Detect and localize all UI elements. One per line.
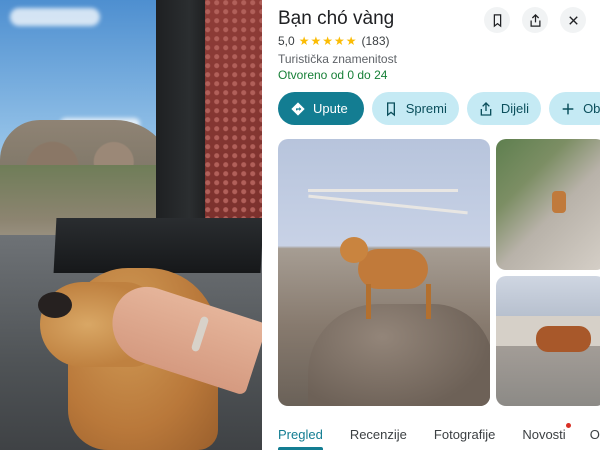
photo-dog-body (358, 249, 428, 289)
photo-dog-legs (366, 284, 431, 319)
tab-reviews[interactable]: Recenzije (350, 418, 407, 450)
photo-plinth (53, 218, 262, 273)
photo-dog (536, 326, 591, 352)
place-title: Bạn chó vàng (278, 8, 395, 29)
photo-dog (552, 191, 566, 213)
photo-red-pillar (205, 0, 262, 235)
place-panel: Bạn chó vàng 5,0 ★★★★★ (183) Turistička … (262, 0, 600, 450)
more-action-button[interactable]: Obj (549, 92, 600, 125)
tab-overview[interactable]: Pregled (278, 418, 323, 450)
bookmark-icon (493, 13, 501, 27)
place-tabs: Pregled Recenzije Fotografije Novosti O … (262, 418, 600, 450)
plus-icon (562, 103, 574, 114)
rating-value: 5,0 (278, 34, 295, 48)
tab-about[interactable]: O m (590, 418, 600, 450)
close-icon (568, 15, 578, 25)
star-rating: ★★★★★ (298, 34, 358, 48)
tab-photos[interactable]: Fotografije (434, 418, 495, 450)
photo-fence (308, 194, 468, 215)
photo-cloud (10, 8, 100, 26)
directions-button[interactable]: Upute (278, 92, 364, 125)
photo-dog-head (340, 237, 368, 263)
gallery-photo-2[interactable] (496, 139, 600, 270)
tab-updates[interactable]: Novosti (522, 418, 571, 450)
directions-icon (291, 101, 305, 116)
notification-dot (565, 423, 571, 428)
share-button[interactable]: Dijeli (466, 92, 542, 125)
action-chips: Upute Spremi Dijeli Obj (278, 92, 600, 125)
review-count: (183) (361, 34, 390, 48)
save-header-button[interactable] (484, 7, 510, 33)
share-icon (530, 13, 540, 27)
tab-updates-label: Novosti (522, 427, 566, 442)
bookmark-icon (386, 101, 395, 116)
hero-photo[interactable] (0, 0, 262, 450)
rating-row[interactable]: 5,0 ★★★★★ (183) (278, 34, 390, 48)
photo-black-pillar (156, 0, 212, 222)
save-label: Spremi (405, 101, 447, 116)
opening-hours[interactable]: Otvoreno od 0 do 24 (278, 68, 387, 82)
gallery-photo-3[interactable] (496, 276, 600, 406)
directions-label: Upute (313, 101, 348, 116)
share-header-button[interactable] (522, 7, 548, 33)
share-icon (480, 101, 492, 116)
close-button[interactable] (560, 7, 586, 33)
photo-boulder (308, 304, 490, 406)
share-label: Dijeli (500, 101, 530, 116)
photo-dog-nose (38, 292, 72, 318)
photo-fence (308, 189, 458, 192)
save-button[interactable]: Spremi (371, 92, 459, 125)
gallery-photo-main[interactable] (278, 139, 490, 406)
place-category: Turistička znamenitost (278, 52, 397, 66)
more-action-label: Obj (583, 101, 600, 116)
